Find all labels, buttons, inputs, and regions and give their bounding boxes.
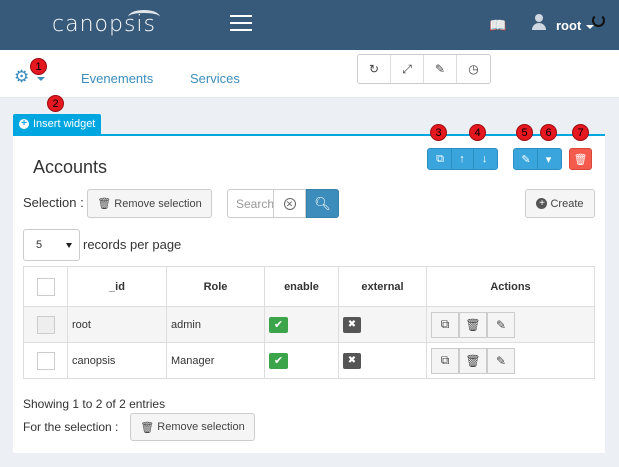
x-icon: ✖ — [343, 316, 361, 333]
user-name[interactable]: root — [556, 18, 581, 33]
role-cell: admin — [166, 306, 265, 343]
records-per-page-value: 5 — [36, 239, 43, 251]
hamburger-menu-icon[interactable] — [230, 15, 252, 31]
search-input[interactable]: Search — [227, 189, 273, 218]
trash-icon: 🗑 — [97, 198, 112, 210]
plus-circle-icon: + — [536, 198, 548, 209]
create-button[interactable]: + Create — [525, 189, 595, 218]
plus-circle-icon: + — [19, 119, 29, 129]
check-icon: ✔ — [269, 316, 288, 333]
column-header-enable[interactable]: enable — [264, 266, 339, 307]
search-button[interactable]: 🔍︎ — [306, 189, 339, 218]
insert-widget-button[interactable]: + Insert widget — [13, 114, 102, 134]
clear-icon: ✕ — [283, 197, 296, 210]
table-row: root admin ✔ ✖ ⧉ 🗑 ✎ — [23, 306, 595, 343]
gear-icon[interactable]: ⚙ — [14, 68, 29, 85]
insert-widget-label: Insert widget — [33, 118, 96, 130]
annotation-badge-7: 7 — [572, 124, 589, 141]
actions-cell: ⧉ 🗑 ✎ — [426, 342, 595, 379]
view-tools-group: ↻ ⤢ ✎ ◷ — [357, 54, 491, 84]
id-cell: canopsis — [67, 342, 167, 379]
edit-icon[interactable]: ✎ — [487, 347, 515, 374]
remove-selection-button[interactable]: 🗑 Remove selection — [87, 189, 212, 218]
widget-title: Accounts — [33, 157, 108, 177]
logo-swirl-icon — [128, 10, 160, 24]
row-select-cell — [23, 306, 68, 343]
remove-selection-label: Remove selection — [157, 421, 245, 433]
annotation-badge-6: 6 — [540, 124, 557, 141]
gear-caret-icon[interactable] — [37, 77, 45, 81]
trash-icon: 🗑 — [140, 421, 155, 434]
trash-icon[interactable]: 🗑 — [459, 347, 487, 374]
annotation-badge-1: 1 — [30, 58, 47, 75]
pagination-info: Showing 1 to 2 of 2 entries — [23, 397, 166, 411]
annotation-badge-4: 4 — [469, 124, 486, 141]
clock-icon[interactable]: ◷ — [457, 55, 490, 83]
column-header-actions: Actions — [426, 266, 595, 307]
edit-icon[interactable]: ✎ — [487, 311, 515, 338]
select-caret-icon — [66, 243, 72, 248]
duplicate-icon[interactable]: ⧉ — [431, 347, 459, 374]
user-icon[interactable] — [532, 14, 546, 30]
actions-cell: ⧉ 🗑 ✎ — [426, 306, 595, 343]
column-header-external[interactable]: external — [338, 266, 427, 307]
select-all-header — [23, 266, 68, 307]
nav-link-services[interactable]: Services — [190, 71, 240, 86]
annotation-badge-3: 3 — [430, 124, 447, 141]
column-header-role[interactable]: Role — [166, 266, 265, 307]
trash-icon[interactable]: 🗑 — [459, 311, 487, 338]
select-all-checkbox[interactable] — [36, 277, 55, 296]
widget-order-group: ⧉ ↑ ↓ — [427, 148, 498, 170]
refresh-icon[interactable]: ↻ — [358, 55, 391, 83]
widget-edit-group: ✎ ▾ — [513, 148, 562, 170]
fullscreen-icon[interactable]: ⤢ — [391, 55, 424, 83]
table-row: canopsis Manager ✔ ✖ ⧉ 🗑 ✎ — [23, 342, 595, 379]
loading-spinner-icon — [592, 14, 605, 27]
user-caret-icon[interactable] — [586, 25, 594, 29]
annotation-badge-2: 2 — [47, 95, 64, 112]
edit-icon[interactable]: ✎ — [424, 55, 457, 83]
duplicate-widget-icon[interactable]: ⧉ — [430, 149, 452, 169]
row-checkbox[interactable] — [36, 351, 55, 370]
row-checkbox[interactable] — [36, 315, 55, 334]
search-icon: 🔍︎ — [314, 195, 331, 211]
records-per-page-select[interactable]: 5 — [23, 229, 80, 261]
duplicate-icon[interactable]: ⧉ — [431, 311, 459, 338]
accounts-table: _id Role enable external Actions root ad… — [23, 266, 595, 379]
clear-search-button[interactable]: ✕ — [273, 189, 306, 218]
table-header-row: _id Role enable external Actions — [23, 266, 595, 307]
enable-cell: ✔ — [264, 306, 339, 343]
top-navbar: canopsis 📖 root — [0, 0, 619, 50]
move-up-icon[interactable]: ↑ — [452, 149, 474, 169]
external-cell: ✖ — [338, 306, 427, 343]
records-per-page-label: records per page — [83, 237, 182, 252]
x-icon: ✖ — [343, 352, 361, 369]
widget-options-caret-icon[interactable]: ▾ — [538, 149, 560, 169]
remove-selection-label: Remove selection — [114, 197, 202, 210]
annotation-badge-5: 5 — [516, 124, 533, 141]
delete-widget-button[interactable]: 🗑 — [569, 148, 592, 170]
row-select-cell — [23, 342, 68, 379]
move-down-icon[interactable]: ↓ — [474, 149, 496, 169]
external-cell: ✖ — [338, 342, 427, 379]
create-label: Create — [550, 197, 584, 210]
for-selection-label: For the selection : — [23, 420, 119, 434]
accounts-widget: Accounts 3 4 5 6 7 ⧉ ↑ ↓ ✎ ▾ 🗑 Selection… — [13, 124, 605, 453]
id-cell: root — [67, 306, 167, 343]
footer-remove-selection-button[interactable]: 🗑 Remove selection — [130, 413, 255, 441]
view-toolbar: ⚙ 1 Evenements Services ↻ ⤢ ✎ ◷ — [0, 50, 619, 98]
edit-widget-icon[interactable]: ✎ — [516, 149, 538, 169]
column-header-id[interactable]: _id — [67, 266, 167, 307]
role-cell: Manager — [166, 342, 265, 379]
enable-cell: ✔ — [264, 342, 339, 379]
check-icon: ✔ — [269, 352, 288, 369]
book-icon[interactable]: 📖 — [489, 17, 506, 34]
nav-link-evenements[interactable]: Evenements — [81, 71, 153, 86]
selection-label: Selection : — [23, 195, 84, 210]
